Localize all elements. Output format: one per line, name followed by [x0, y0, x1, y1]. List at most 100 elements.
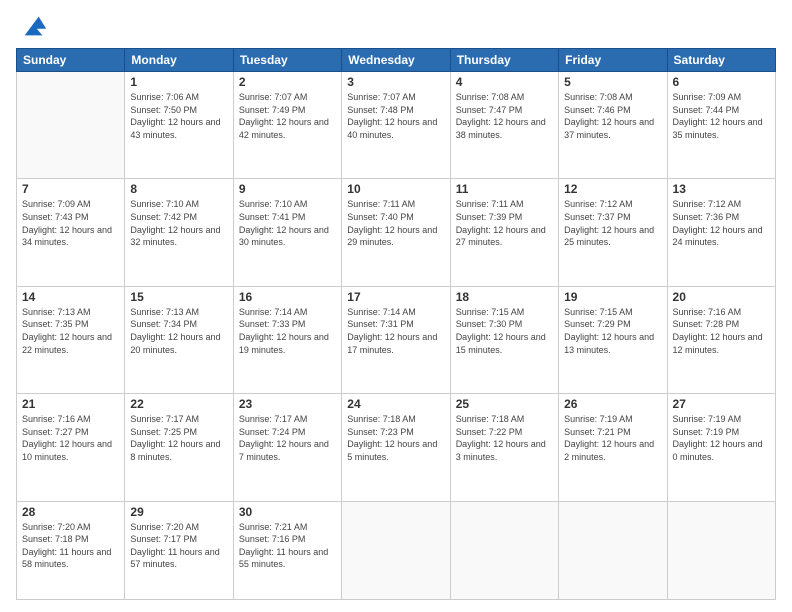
day-info: Sunrise: 7:06 AM Sunset: 7:50 PM Dayligh…	[130, 91, 227, 141]
calendar-day-cell: 22Sunrise: 7:17 AM Sunset: 7:25 PM Dayli…	[125, 394, 233, 501]
calendar-week-row: 28 Sunrise: 7:20 AM Sunset: 7:18 PM Dayli…	[17, 501, 776, 600]
calendar-day-cell: 9 Sunrise: 7:10 AM Sunset: 7:41 PM Daylig…	[233, 179, 341, 286]
calendar-day-cell: 16Sunrise: 7:14 AM Sunset: 7:33 PM Dayli…	[233, 286, 341, 393]
calendar-day-cell: 12 Sunrise: 7:12 AM Sunset: 7:37 PM Dayli…	[559, 179, 667, 286]
day-number: 30	[239, 505, 336, 519]
calendar-day-cell: 10 Sunrise: 7:11 AM Sunset: 7:40 PM Dayli…	[342, 179, 450, 286]
calendar-weekday: Friday	[559, 49, 667, 72]
calendar-day-cell: 20 Sunrise: 7:16 AM Sunset: 7:28 PM Dayli…	[667, 286, 775, 393]
day-info: Sunrise: 7:13 AM Sunset: 7:35 PM Dayligh…	[22, 306, 119, 356]
day-number: 11	[456, 182, 553, 196]
calendar-day-cell: 5 Sunrise: 7:08 AM Sunset: 7:46 PM Daylig…	[559, 72, 667, 179]
day-info: Sunrise: 7:16 AM Sunset: 7:27 PM Dayligh…	[22, 413, 119, 463]
day-number: 18	[456, 290, 553, 304]
calendar-day-cell: 25Sunrise: 7:18 AM Sunset: 7:22 PM Dayli…	[450, 394, 558, 501]
day-info: Sunrise: 7:19 AM Sunset: 7:21 PM Dayligh…	[564, 413, 661, 463]
day-number: 2	[239, 75, 336, 89]
day-number: 6	[673, 75, 770, 89]
calendar-week-row: 7 Sunrise: 7:09 AM Sunset: 7:43 PM Daylig…	[17, 179, 776, 286]
calendar-day-cell: 4Sunrise: 7:08 AM Sunset: 7:47 PM Daylig…	[450, 72, 558, 179]
day-info: Sunrise: 7:12 AM Sunset: 7:37 PM Dayligh…	[564, 198, 661, 248]
day-info: Sunrise: 7:17 AM Sunset: 7:24 PM Dayligh…	[239, 413, 336, 463]
calendar-week-row: 14 Sunrise: 7:13 AM Sunset: 7:35 PM Dayli…	[17, 286, 776, 393]
calendar-weekday: Saturday	[667, 49, 775, 72]
page: SundayMondayTuesdayWednesdayThursdayFrid…	[0, 0, 792, 612]
day-number: 13	[673, 182, 770, 196]
logo	[16, 12, 48, 40]
calendar-day-cell: 6 Sunrise: 7:09 AM Sunset: 7:44 PM Daylig…	[667, 72, 775, 179]
day-info: Sunrise: 7:21 AM Sunset: 7:16 PM Dayligh…	[239, 521, 336, 571]
day-info: Sunrise: 7:13 AM Sunset: 7:34 PM Dayligh…	[130, 306, 227, 356]
calendar-day-cell: 27 Sunrise: 7:19 AM Sunset: 7:19 PM Dayli…	[667, 394, 775, 501]
day-number: 23	[239, 397, 336, 411]
day-number: 20	[673, 290, 770, 304]
calendar-day-cell: 18 Sunrise: 7:15 AM Sunset: 7:30 PM Dayli…	[450, 286, 558, 393]
calendar-table: SundayMondayTuesdayWednesdayThursdayFrid…	[16, 48, 776, 600]
day-info: Sunrise: 7:07 AM Sunset: 7:48 PM Dayligh…	[347, 91, 444, 141]
day-info: Sunrise: 7:15 AM Sunset: 7:30 PM Dayligh…	[456, 306, 553, 356]
calendar-day-cell	[667, 501, 775, 600]
day-info: Sunrise: 7:19 AM Sunset: 7:19 PM Dayligh…	[673, 413, 770, 463]
calendar-day-cell: 11 Sunrise: 7:11 AM Sunset: 7:39 PM Dayli…	[450, 179, 558, 286]
day-number: 5	[564, 75, 661, 89]
day-info: Sunrise: 7:08 AM Sunset: 7:46 PM Dayligh…	[564, 91, 661, 141]
day-info: Sunrise: 7:20 AM Sunset: 7:17 PM Dayligh…	[130, 521, 227, 571]
calendar-day-cell	[17, 72, 125, 179]
calendar-weekday: Thursday	[450, 49, 558, 72]
day-number: 14	[22, 290, 119, 304]
day-number: 26	[564, 397, 661, 411]
calendar-day-cell: 17Sunrise: 7:14 AM Sunset: 7:31 PM Dayli…	[342, 286, 450, 393]
day-number: 4	[456, 75, 553, 89]
day-info: Sunrise: 7:10 AM Sunset: 7:42 PM Dayligh…	[130, 198, 227, 248]
calendar-day-cell: 2 Sunrise: 7:07 AM Sunset: 7:49 PM Daylig…	[233, 72, 341, 179]
day-info: Sunrise: 7:10 AM Sunset: 7:41 PM Dayligh…	[239, 198, 336, 248]
calendar-week-row: 21 Sunrise: 7:16 AM Sunset: 7:27 PM Dayli…	[17, 394, 776, 501]
day-number: 1	[130, 75, 227, 89]
calendar-day-cell: 14 Sunrise: 7:13 AM Sunset: 7:35 PM Dayli…	[17, 286, 125, 393]
calendar-week-row: 1 Sunrise: 7:06 AM Sunset: 7:50 PM Daylig…	[17, 72, 776, 179]
day-number: 27	[673, 397, 770, 411]
calendar-day-cell: 24 Sunrise: 7:18 AM Sunset: 7:23 PM Dayli…	[342, 394, 450, 501]
day-number: 28	[22, 505, 119, 519]
day-info: Sunrise: 7:11 AM Sunset: 7:39 PM Dayligh…	[456, 198, 553, 248]
calendar-day-cell: 28 Sunrise: 7:20 AM Sunset: 7:18 PM Dayli…	[17, 501, 125, 600]
day-number: 10	[347, 182, 444, 196]
day-info: Sunrise: 7:20 AM Sunset: 7:18 PM Dayligh…	[22, 521, 119, 571]
day-info: Sunrise: 7:09 AM Sunset: 7:43 PM Dayligh…	[22, 198, 119, 248]
calendar-day-cell: 3Sunrise: 7:07 AM Sunset: 7:48 PM Daylig…	[342, 72, 450, 179]
day-info: Sunrise: 7:18 AM Sunset: 7:22 PM Dayligh…	[456, 413, 553, 463]
calendar-day-cell: 1 Sunrise: 7:06 AM Sunset: 7:50 PM Daylig…	[125, 72, 233, 179]
day-number: 8	[130, 182, 227, 196]
day-number: 24	[347, 397, 444, 411]
header	[16, 12, 776, 40]
day-info: Sunrise: 7:18 AM Sunset: 7:23 PM Dayligh…	[347, 413, 444, 463]
calendar-day-cell: 8 Sunrise: 7:10 AM Sunset: 7:42 PM Daylig…	[125, 179, 233, 286]
day-number: 9	[239, 182, 336, 196]
calendar-weekday: Wednesday	[342, 49, 450, 72]
day-info: Sunrise: 7:07 AM Sunset: 7:49 PM Dayligh…	[239, 91, 336, 141]
logo-icon	[20, 12, 48, 40]
day-number: 17	[347, 290, 444, 304]
calendar-weekday: Tuesday	[233, 49, 341, 72]
day-number: 12	[564, 182, 661, 196]
calendar-day-cell: 26 Sunrise: 7:19 AM Sunset: 7:21 PM Dayli…	[559, 394, 667, 501]
calendar-day-cell: 15 Sunrise: 7:13 AM Sunset: 7:34 PM Dayli…	[125, 286, 233, 393]
day-info: Sunrise: 7:15 AM Sunset: 7:29 PM Dayligh…	[564, 306, 661, 356]
day-info: Sunrise: 7:09 AM Sunset: 7:44 PM Dayligh…	[673, 91, 770, 141]
day-number: 19	[564, 290, 661, 304]
calendar-day-cell: 13Sunrise: 7:12 AM Sunset: 7:36 PM Dayli…	[667, 179, 775, 286]
calendar-day-cell: 29 Sunrise: 7:20 AM Sunset: 7:17 PM Dayli…	[125, 501, 233, 600]
calendar-day-cell: 19 Sunrise: 7:15 AM Sunset: 7:29 PM Dayli…	[559, 286, 667, 393]
calendar-header-row: SundayMondayTuesdayWednesdayThursdayFrid…	[17, 49, 776, 72]
calendar-day-cell	[559, 501, 667, 600]
calendar-day-cell: 21 Sunrise: 7:16 AM Sunset: 7:27 PM Dayli…	[17, 394, 125, 501]
day-number: 21	[22, 397, 119, 411]
day-number: 7	[22, 182, 119, 196]
day-info: Sunrise: 7:16 AM Sunset: 7:28 PM Dayligh…	[673, 306, 770, 356]
day-info: Sunrise: 7:14 AM Sunset: 7:33 PM Dayligh…	[239, 306, 336, 356]
calendar-day-cell: 30 Sunrise: 7:21 AM Sunset: 7:16 PM Dayli…	[233, 501, 341, 600]
day-info: Sunrise: 7:11 AM Sunset: 7:40 PM Dayligh…	[347, 198, 444, 248]
day-number: 15	[130, 290, 227, 304]
day-number: 29	[130, 505, 227, 519]
day-number: 22	[130, 397, 227, 411]
